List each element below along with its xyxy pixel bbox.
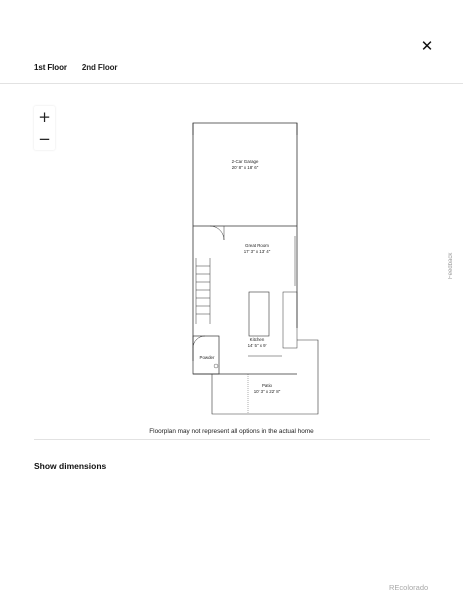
floorplan-image: 2-Car Garage 20' 8" x 18' 6" Great Room … xyxy=(170,116,330,420)
powder-toilet xyxy=(213,363,219,369)
great-room-label: Great Room xyxy=(245,243,269,248)
minus-icon: − xyxy=(38,130,51,148)
patio-label: Patio xyxy=(262,383,273,388)
floor-tabs: 1st Floor 2nd Floor xyxy=(34,60,118,76)
garage-dimensions: 20' 8" x 18' 6" xyxy=(232,165,259,170)
great-room-dimensions: 17' 3" x 13' 4" xyxy=(244,249,271,254)
kitchen-dimensions: 14' 5" x 9' xyxy=(248,343,267,348)
recolorado-watermark: REcolorado xyxy=(389,583,429,592)
kitchen-island xyxy=(248,291,270,337)
powder-door-swing xyxy=(192,335,206,349)
zoom-in-button[interactable]: + xyxy=(34,106,55,128)
garage-door-swing xyxy=(209,225,225,241)
garage-label: 2-Car Garage xyxy=(232,159,259,164)
patio-dimensions: 10' 3" x 22' 8" xyxy=(254,389,281,394)
show-dimensions-button[interactable]: Show dimensions xyxy=(34,459,106,473)
zoom-controls: + − xyxy=(34,106,55,150)
plus-icon: + xyxy=(38,108,51,126)
kitchen-counter xyxy=(282,291,298,349)
patio-outline xyxy=(211,339,319,415)
zoom-out-button[interactable]: − xyxy=(34,128,55,150)
tab-1st-floor[interactable]: 1st Floor xyxy=(34,60,67,76)
garage-walls xyxy=(192,122,298,135)
header-divider xyxy=(0,83,463,84)
floorplan-disclaimer: Floorplan may not represent all options … xyxy=(149,428,314,435)
close-button[interactable]: ✕ xyxy=(417,36,437,56)
stairs xyxy=(195,258,211,324)
section-divider xyxy=(34,439,430,440)
feedback-tab[interactable]: Feedback xyxy=(444,246,458,286)
powder-label: Powder xyxy=(200,355,215,360)
tab-2nd-floor[interactable]: 2nd Floor xyxy=(82,60,118,76)
kitchen-label: Kitchen xyxy=(250,337,265,342)
floorplan-drawing: 2-Car Garage 20' 8" x 18' 6" Great Room … xyxy=(192,122,319,415)
